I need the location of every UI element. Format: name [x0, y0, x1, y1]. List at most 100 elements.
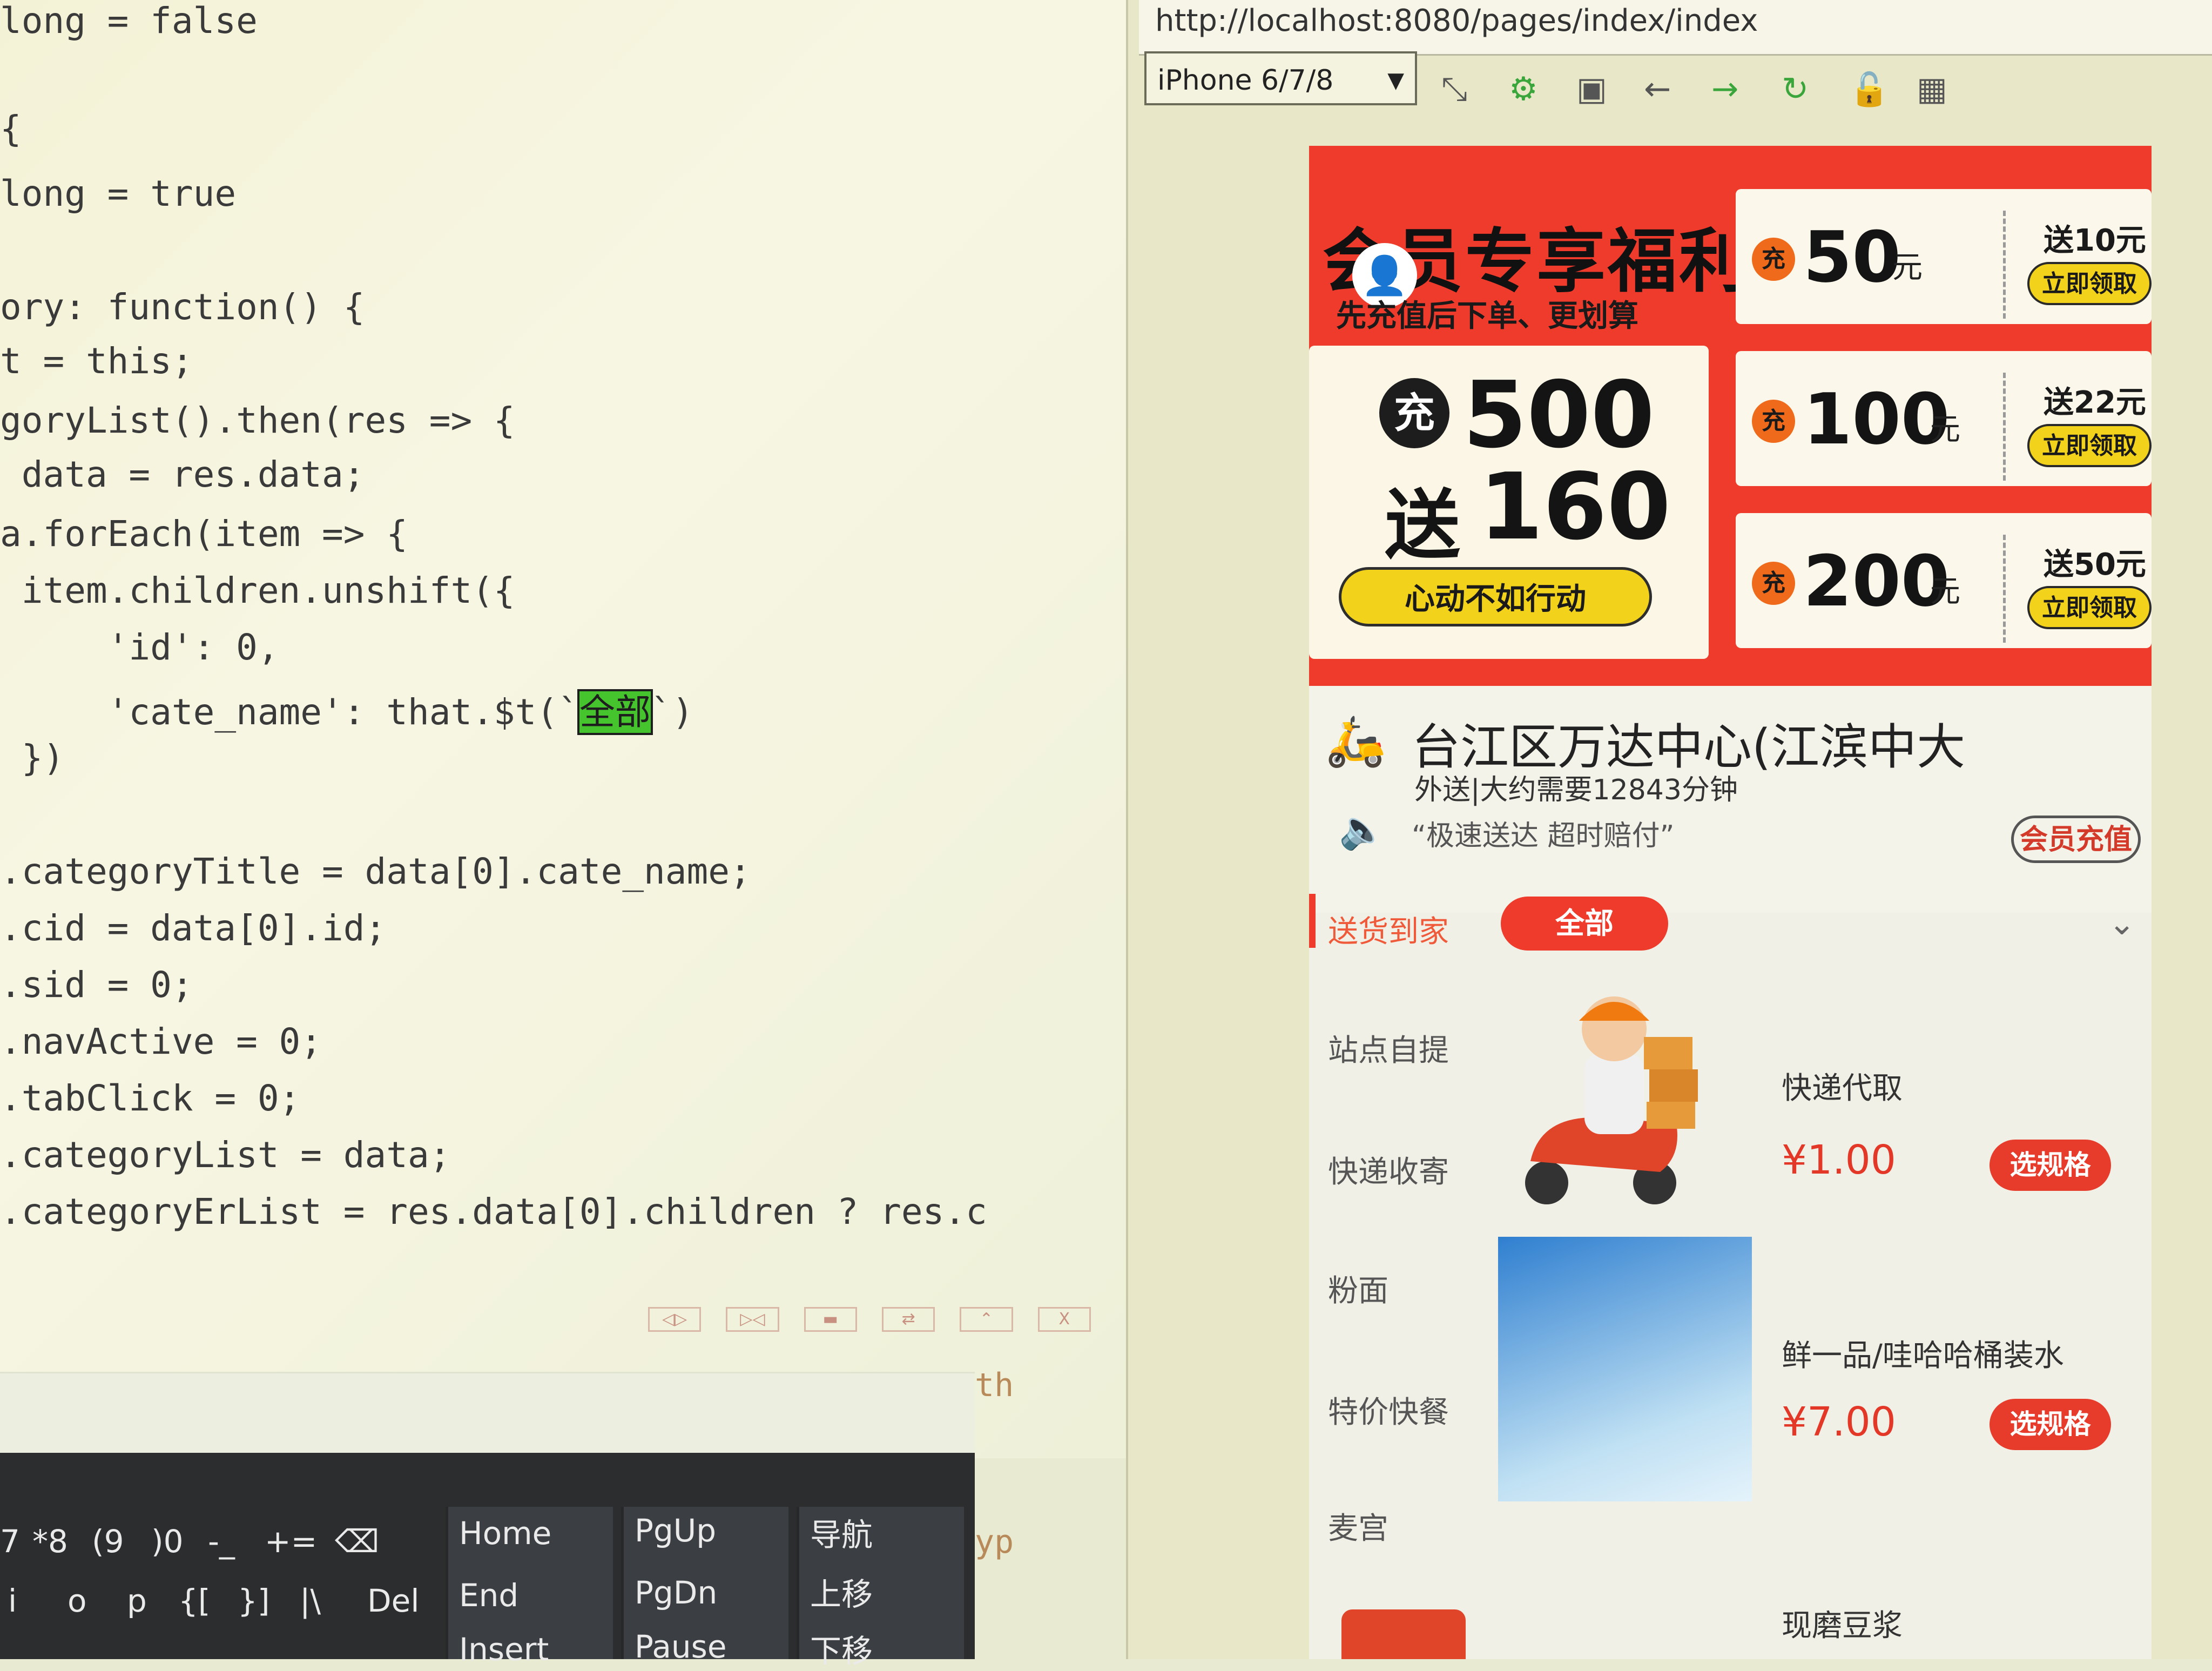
code-line-5[interactable]: t = this; — [0, 340, 193, 382]
url-bar[interactable]: http://localhost:8080/pages/index/index — [1139, 0, 2212, 56]
courier-product-image[interactable] — [1498, 978, 1752, 1210]
find-collapse-button[interactable]: ⌃ — [960, 1307, 1013, 1332]
key-7[interactable]: 7 — [0, 1523, 20, 1560]
chevron-down-icon[interactable]: ⌄ — [2108, 905, 2135, 942]
claim-button-1[interactable]: 立即领取 — [2027, 262, 2152, 305]
code-line-10[interactable]: 'id': 0, — [0, 626, 279, 668]
category-item-other[interactable]: 麦宫 — [1328, 1504, 1388, 1548]
category-item-pickup[interactable]: 站点自提 — [1328, 1026, 1449, 1070]
code-line-17[interactable]: .tabClick = 0; — [0, 1077, 300, 1119]
recharge-now-button[interactable]: 心动不如行动 — [1339, 567, 1652, 626]
promo-subtitle: 先充值后下单、更划算 — [1336, 299, 1638, 334]
coupon-card-2[interactable]: 充 100 元 送22元 立即领取 — [1736, 351, 2152, 486]
coupon-charge-mark: 充 — [1752, 238, 1795, 281]
store-notice: “极速送达 超时赔付” — [1412, 820, 1675, 852]
claim-button-3[interactable]: 立即领取 — [2027, 586, 2152, 629]
find-panel — [0, 1372, 975, 1454]
product-name[interactable]: 现磨豆浆 — [1782, 1601, 1903, 1645]
code-line-8[interactable]: a.forEach(item => { — [0, 513, 408, 555]
code-line-15[interactable]: .sid = 0; — [0, 964, 193, 1006]
key-insert[interactable]: Insert — [459, 1631, 549, 1668]
key-equals[interactable]: += — [265, 1523, 317, 1560]
key-home[interactable]: Home — [459, 1515, 551, 1552]
key-minus[interactable]: -_ — [208, 1523, 235, 1560]
code-line-19[interactable]: .categoryErList = res.data[0].children ?… — [0, 1191, 987, 1232]
category-item-fast-food[interactable]: 特价快餐 — [1328, 1388, 1449, 1432]
code-line-2[interactable]: { — [0, 108, 22, 150]
claim-button-2[interactable]: 立即领取 — [2027, 424, 2152, 467]
find-next-button[interactable]: ▷◁ — [726, 1307, 779, 1332]
key-delete[interactable]: Del — [367, 1582, 419, 1619]
key-backspace[interactable]: ⌫ — [335, 1523, 379, 1560]
qr-icon[interactable]: ▦ — [1917, 70, 1947, 108]
refresh-icon[interactable]: ↻ — [1782, 70, 1809, 108]
water-product-image[interactable] — [1498, 1237, 1752, 1501]
select-spec-button[interactable]: 选规格 — [1990, 1140, 2111, 1191]
code-line-13[interactable]: .categoryTitle = data[0].cate_name; — [0, 851, 751, 892]
member-promo-banner: 会员专享福利 👤 先充值后下单、更划算 充 500 送 160 心动不如行动 充… — [1309, 146, 2152, 686]
terminal-icon[interactable]: ▣ — [1576, 70, 1607, 108]
settings-icon[interactable]: ⚙ — [1509, 70, 1538, 108]
category-item-delivery[interactable]: 送货到家 — [1328, 907, 1449, 951]
subcategory-all-tab[interactable]: 全部 — [1501, 897, 1668, 951]
device-select-value: iPhone 6/7/8 — [1157, 64, 1334, 97]
code-line-12[interactable]: }) — [0, 737, 64, 779]
key-8[interactable]: *8 — [32, 1523, 68, 1560]
key-move-up[interactable]: 上移 — [810, 1569, 873, 1614]
coupon-card-1[interactable]: 充 50 元 送10元 立即领取 — [1736, 189, 2152, 324]
search-highlight: 全部 — [577, 689, 653, 735]
key-pause[interactable]: Pause — [635, 1628, 727, 1665]
product-image-partial[interactable] — [1341, 1609, 1466, 1659]
find-toolbar: ◁▷ ▷◁ ▬ ⇄ ⌃ X — [648, 1307, 1091, 1339]
recharge-card-main[interactable]: 充 500 送 160 心动不如行动 — [1309, 346, 1709, 659]
coupon-charge-mark: 充 — [1752, 562, 1795, 605]
code-line-16[interactable]: .navActive = 0; — [0, 1021, 322, 1062]
forward-icon[interactable]: → — [1711, 70, 1738, 108]
code-line-9[interactable]: item.children.unshift({ — [0, 570, 515, 611]
key-i[interactable]: i — [8, 1582, 17, 1619]
lock-icon[interactable]: 🔓 — [1849, 70, 1890, 109]
key-nav[interactable]: 导航 — [810, 1510, 873, 1555]
delivery-info: 外送|大约需要12843分钟 — [1414, 774, 1738, 806]
coupon-gift: 送50元 — [2044, 547, 2146, 582]
category-item-noodles[interactable]: 粉面 — [1328, 1266, 1388, 1310]
rotate-icon[interactable]: ⤡ — [1441, 70, 1467, 108]
product-name[interactable]: 快递代取 — [1782, 1064, 1903, 1108]
key-0[interactable]: )0 — [151, 1523, 184, 1560]
find-select-button[interactable]: ▬ — [804, 1307, 857, 1332]
find-replace-button[interactable]: ⇄ — [881, 1307, 935, 1332]
product-name[interactable]: 鲜一品/哇哈哈桶装水 — [1782, 1331, 2064, 1375]
key-close-bracket[interactable]: }] — [238, 1582, 270, 1619]
code-line-18[interactable]: .categoryList = data; — [0, 1134, 450, 1176]
code-line-4[interactable]: ory: function() { — [0, 286, 365, 328]
code-line-7[interactable]: data = res.data; — [0, 454, 365, 495]
coupon-unit: 元 — [1930, 412, 1960, 447]
key-9[interactable]: (9 — [92, 1523, 124, 1560]
key-pgup[interactable]: PgUp — [635, 1512, 716, 1549]
key-pgdn[interactable]: PgDn — [635, 1574, 717, 1611]
key-o[interactable]: o — [68, 1582, 87, 1619]
select-spec-button[interactable]: 选规格 — [1990, 1399, 2111, 1450]
code-line-11[interactable]: 'cate_name': that.$t(`全部`) — [0, 683, 693, 735]
back-icon[interactable]: ← — [1644, 70, 1671, 108]
key-backslash[interactable]: |\ — [300, 1582, 321, 1619]
find-prev-button[interactable]: ◁▷ — [648, 1307, 702, 1332]
scooter-icon: 🛵 — [1325, 713, 1386, 770]
code-editor[interactable]: long = false { long = true ory: function… — [0, 0, 1126, 1458]
code-line-1[interactable]: long = false — [0, 0, 258, 42]
member-recharge-button[interactable]: 会员充值 — [2011, 816, 2141, 863]
key-end[interactable]: End — [459, 1577, 518, 1614]
category-item-express[interactable]: 快递收寄 — [1328, 1148, 1449, 1191]
key-open-bracket[interactable]: {[ — [178, 1582, 211, 1619]
code-line-3[interactable]: long = true — [0, 173, 236, 214]
speaker-icon: 🔈 — [1339, 807, 1386, 852]
browser-preview-panel: http://localhost:8080/pages/index/index … — [1126, 0, 2212, 1659]
find-close-button[interactable]: X — [1037, 1307, 1091, 1332]
device-select[interactable]: iPhone 6/7/8 ▼ — [1144, 51, 1417, 105]
code-line-6[interactable]: goryList().then(res => { — [0, 400, 515, 441]
coupon-card-3[interactable]: 充 200 元 送50元 立即领取 — [1736, 513, 2152, 648]
charge-mark: 充 — [1379, 378, 1449, 448]
key-p[interactable]: p — [127, 1582, 147, 1619]
code-line-14[interactable]: .cid = data[0].id; — [0, 907, 386, 949]
key-move-down[interactable]: 下移 — [810, 1626, 873, 1671]
